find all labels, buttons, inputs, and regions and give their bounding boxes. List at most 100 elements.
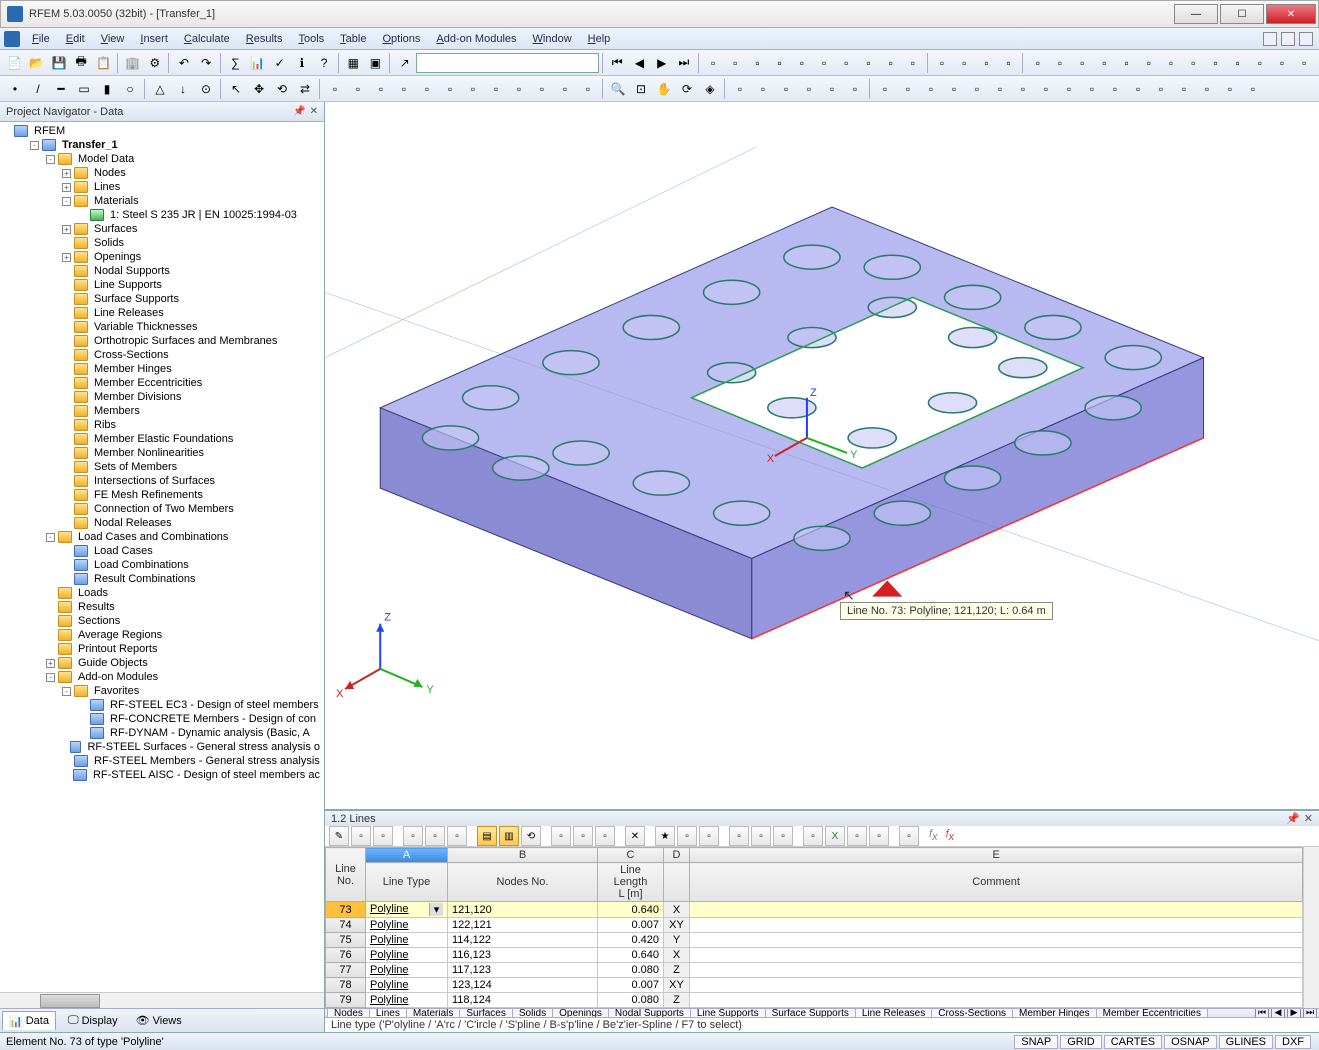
t2-ad-icon[interactable]: ▫ [1127,78,1149,100]
tree-cross-sections[interactable]: Cross-Sections [92,349,171,361]
tree-avg[interactable]: Average Regions [76,629,164,641]
panel-tab-surface-supports[interactable]: Surface Supports [765,1008,856,1017]
lt-g-icon[interactable]: ▫ [551,826,571,846]
surface-icon[interactable]: ▭ [73,78,95,100]
lt-j-icon[interactable]: ✕ [625,826,645,846]
t2-q-icon[interactable]: ▫ [821,78,843,100]
navigator-tree[interactable]: RFEM -Transfer_1 -Model Data +Nodes +Lin… [0,122,324,992]
project-icon[interactable]: 🏢 [122,52,143,74]
menu-addon[interactable]: Add-on Modules [428,31,524,47]
t2-ab-icon[interactable]: ▫ [1081,78,1103,100]
move-icon[interactable]: ✥ [248,78,270,100]
status-osnap[interactable]: OSNAP [1164,1035,1217,1049]
panel-tab-line-releases[interactable]: Line Releases [855,1008,932,1017]
minimize-button[interactable]: — [1174,4,1218,24]
tree-mod1[interactable]: RF-STEEL Surfaces - General stress analy… [85,741,322,753]
select-icon[interactable]: ↖ [225,78,247,100]
undo-icon[interactable]: ↶ [173,52,194,74]
check-icon[interactable]: ✓ [269,52,290,74]
tree-mnonlin[interactable]: Member Nonlinearities [92,447,206,459]
orbit-icon[interactable]: ⟳ [676,78,698,100]
3d-viewport[interactable]: Z Y X Z Y X ↖ Line No. 73: Polyline; 121… [325,102,1319,810]
tool-z-icon[interactable]: ▫ [1271,52,1292,74]
t2-t-icon[interactable]: ▫ [897,78,919,100]
tree-lcc[interactable]: Load Cases and Combinations [76,531,230,543]
lt-filter1-icon[interactable]: ▤ [477,826,497,846]
table-row[interactable]: 75Polyline114,1220.420Y [326,933,1303,948]
col-d2[interactable] [664,863,690,902]
lt-s-icon[interactable]: ▫ [899,826,919,846]
menu-options[interactable]: Options [374,31,428,47]
col-b[interactable]: B [448,848,598,863]
col-e[interactable]: E [690,848,1303,863]
status-snap[interactable]: SNAP [1014,1035,1058,1049]
tool-t-icon[interactable]: ▫ [1138,52,1159,74]
table-row[interactable]: 74Polyline122,1210.007XY [326,918,1303,933]
t2-n-icon[interactable]: ▫ [752,78,774,100]
tree-solids[interactable]: Solids [92,237,126,249]
panel-tab-member-eccentricities[interactable]: Member Eccentricities [1096,1008,1208,1017]
menu-tools[interactable]: Tools [290,31,332,47]
tool-u-icon[interactable]: ▫ [1160,52,1181,74]
t2-l-icon[interactable]: ▫ [577,78,599,100]
tree-mef[interactable]: Member Elastic Foundations [92,433,235,445]
tool-o-icon[interactable]: ▫ [1027,52,1048,74]
tool-q-icon[interactable]: ▫ [1072,52,1093,74]
arrow-icon[interactable]: ↗ [394,52,415,74]
help-icon[interactable]: ? [314,52,335,74]
menu-file[interactable]: File [24,31,58,47]
panel-tab-materials[interactable]: Materials [406,1008,461,1017]
tabs-next-icon[interactable]: ▶ [1287,1008,1301,1017]
copy-icon[interactable]: 📋 [93,52,114,74]
support-icon[interactable]: △ [149,78,171,100]
tree-conn2[interactable]: Connection of Two Members [92,503,236,515]
tree-addon[interactable]: Add-on Modules [76,671,160,683]
status-glines[interactable]: GLINES [1219,1035,1273,1049]
tool-d-icon[interactable]: ▫ [769,52,790,74]
table-row[interactable]: 76Polyline116,1230.640X [326,948,1303,963]
close-panel-icon[interactable]: ✕ [310,106,318,117]
t2-aa-icon[interactable]: ▫ [1058,78,1080,100]
info-icon[interactable]: ℹ [291,52,312,74]
tool-y-icon[interactable]: ▫ [1249,52,1270,74]
tree-ortho[interactable]: Orthotropic Surfaces and Membranes [92,335,279,347]
lt-b-icon[interactable]: ▫ [373,826,393,846]
table-vscroll[interactable] [1303,847,1319,1008]
panel-tab-nodal-supports[interactable]: Nodal Supports [608,1008,691,1017]
menu-help[interactable]: Help [580,31,619,47]
tool-f-icon[interactable]: ▫ [813,52,834,74]
tree-guide[interactable]: Guide Objects [76,657,150,669]
col-linetype[interactable]: Line Type [366,863,448,902]
lt-filter2-icon[interactable]: ▥ [499,826,519,846]
tree-var-thick[interactable]: Variable Thicknesses [92,321,200,333]
t2-ae-icon[interactable]: ▫ [1150,78,1172,100]
lt-i-icon[interactable]: ▫ [595,826,615,846]
tree-line-supports[interactable]: Line Supports [92,279,164,291]
t2-e-icon[interactable]: ▫ [416,78,438,100]
tree-sets[interactable]: Sets of Members [92,461,179,473]
status-grid[interactable]: GRID [1060,1035,1102,1049]
line-icon[interactable]: / [27,78,49,100]
nav-next-icon[interactable]: ▶ [651,52,672,74]
navigator-hscroll[interactable] [0,992,324,1008]
panel-tab-member-hinges[interactable]: Member Hinges [1012,1008,1097,1017]
menu-edit[interactable]: Edit [58,31,93,47]
iso-icon[interactable]: ◈ [699,78,721,100]
tabs-last-icon[interactable]: ⏭ [1303,1008,1317,1017]
lt-r-icon[interactable]: ▫ [847,826,867,846]
tree-nodal-rel[interactable]: Nodal Releases [92,517,174,529]
tree-member-div[interactable]: Member Divisions [92,391,183,403]
nav-first-icon[interactable]: ⏮ [607,52,628,74]
t2-h-icon[interactable]: ▫ [485,78,507,100]
t2-r-icon[interactable]: ▫ [844,78,866,100]
calc-icon[interactable]: ∑ [225,52,246,74]
results-icon[interactable]: 📊 [247,52,268,74]
tree-openings[interactable]: Openings [92,251,143,263]
table-row[interactable]: 77Polyline117,1230.080Z [326,963,1303,978]
t2-b-icon[interactable]: ▫ [347,78,369,100]
tool-p-icon[interactable]: ▫ [1049,52,1070,74]
tree-sections[interactable]: Sections [76,615,122,627]
table-row[interactable]: 78Polyline123,1240.007XY [326,978,1303,993]
t2-ac-icon[interactable]: ▫ [1104,78,1126,100]
tree-mod3[interactable]: RF-STEEL AISC - Design of steel members … [91,769,322,781]
